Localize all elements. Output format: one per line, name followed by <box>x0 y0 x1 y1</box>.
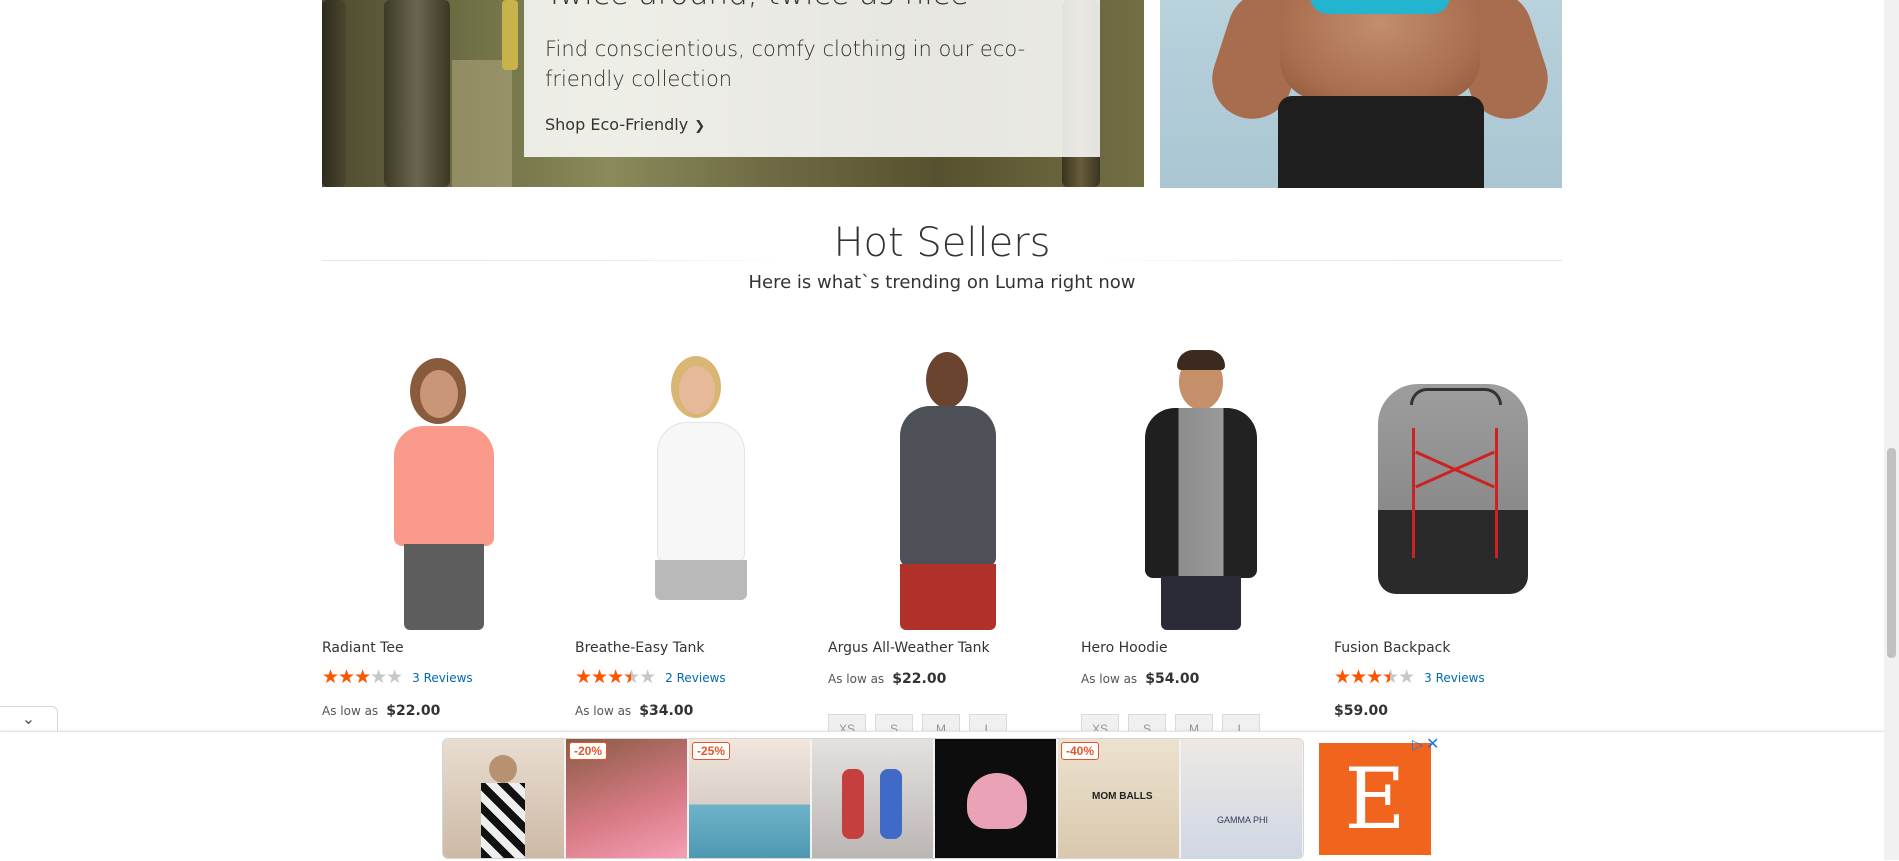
promo-title: Twice around, twice as nice <box>545 0 969 12</box>
ad-figure <box>842 769 864 839</box>
shop-eco-friendly-link[interactable]: Shop Eco-Friendly ❯ <box>545 115 705 134</box>
page-scrollbar[interactable] <box>1884 0 1899 860</box>
product-name-link[interactable]: Hero Hoodie <box>1081 640 1168 656</box>
backpack-cords <box>1412 428 1498 558</box>
reviews-link[interactable]: 3 Reviews <box>1424 671 1485 685</box>
tree-trunk <box>322 0 346 187</box>
price-box: As low as $34.00 <box>575 700 693 719</box>
rating-stars: ★★★★★★★★★★ <box>1334 667 1415 688</box>
promo-link-label: Shop Eco-Friendly <box>545 115 689 134</box>
product-rating: ★★★★★★★★★★ 3 Reviews <box>322 668 473 688</box>
rating-stars: ★★★★★★★★★★ <box>322 667 403 688</box>
price-box: $59.00 <box>1334 700 1388 719</box>
ad-tile[interactable] <box>443 739 564 858</box>
model-sports-bra <box>1310 0 1450 14</box>
model-face <box>926 352 968 408</box>
product-card: Radiant Tee ★★★★★★★★★★ 3 Reviews As low … <box>322 348 562 719</box>
model-torso <box>1280 0 1480 100</box>
hiker-figure <box>502 0 518 70</box>
chevron-right-icon: ❯ <box>694 119 706 134</box>
price: $22.00 <box>892 671 947 687</box>
eco-friendly-banner[interactable]: Twice around, twice as nice Find conscie… <box>322 0 1144 187</box>
product-image[interactable] <box>575 348 815 630</box>
adchoices-icon[interactable]: ▷ <box>1412 736 1423 753</box>
backpack-handle <box>1410 388 1502 405</box>
price-box: As low as $22.00 <box>322 700 440 719</box>
close-icon[interactable]: ✕ <box>1426 734 1439 754</box>
product-image[interactable] <box>1081 348 1321 630</box>
fitness-banner[interactable] <box>1160 0 1562 188</box>
model-shirt <box>394 426 494 546</box>
product-card: Argus All-Weather Tank As low as $22.00 … <box>828 348 1068 742</box>
product-name-link[interactable]: Radiant Tee <box>322 640 404 656</box>
model-shorts <box>655 560 747 600</box>
etsy-logo[interactable]: E <box>1319 743 1431 855</box>
price-box: As low as $22.00 <box>828 668 946 687</box>
model-leggings <box>1278 96 1484 188</box>
model-tank <box>657 422 745 562</box>
model-hair <box>1177 350 1225 370</box>
price-label: As low as <box>828 672 885 686</box>
price-label: As low as <box>1081 672 1138 686</box>
price: $54.00 <box>1145 671 1200 687</box>
model-pants <box>404 544 484 630</box>
ad-tile[interactable]: -40% MOM BALLS <box>1058 739 1179 858</box>
reviews-link[interactable]: 2 Reviews <box>665 671 726 685</box>
rating-stars: ★★★★★★★★★★ <box>575 667 656 688</box>
discount-badge: -25% <box>692 742 731 760</box>
ad-model-pants <box>481 783 525 858</box>
model-pants <box>1161 576 1241 630</box>
tree-trunk <box>384 0 450 187</box>
product-rating: ★★★★★★★★★★ 3 Reviews <box>1334 668 1485 688</box>
ad-product-strip[interactable]: -20% -25% -40% MOM BALLS GAMMA PHI <box>442 738 1304 859</box>
product-image[interactable] <box>828 348 1068 630</box>
section-title: Hot Sellers <box>833 220 1051 266</box>
forest-path <box>452 60 512 187</box>
price: $22.00 <box>386 703 441 719</box>
model-face <box>420 370 458 418</box>
chevron-down-icon: ⌄ <box>21 711 36 728</box>
section-subtitle: Here is what`s trending on Luma right no… <box>748 272 1136 293</box>
product-rating: ★★★★★★★★★★ 2 Reviews <box>575 668 726 688</box>
price-box: As low as $54.00 <box>1081 668 1199 687</box>
collapse-ad-button[interactable]: ⌄ <box>0 706 58 733</box>
product-name-link[interactable]: Argus All-Weather Tank <box>828 640 990 656</box>
scrollbar-thumb[interactable] <box>1887 448 1896 658</box>
ad-model-head <box>489 755 517 783</box>
product-card: Hero Hoodie As low as $54.00 XS S M L <box>1081 348 1321 742</box>
ad-tile[interactable] <box>935 739 1056 858</box>
product-image[interactable] <box>322 348 562 630</box>
ad-tile[interactable]: GAMMA PHI <box>1181 739 1302 858</box>
model-tank <box>900 406 996 566</box>
price-label: As low as <box>322 704 379 718</box>
model-shorts <box>900 564 996 630</box>
sweatshirt-print: MOM BALLS <box>1092 791 1153 802</box>
ad-tile[interactable] <box>812 739 933 858</box>
ad-tile[interactable]: -25% <box>689 739 810 858</box>
price-label: As low as <box>575 704 632 718</box>
product-name-link[interactable]: Breathe-Easy Tank <box>575 640 705 656</box>
product-card: Fusion Backpack ★★★★★★★★★★ 3 Reviews $59… <box>1334 348 1574 719</box>
price: $59.00 <box>1334 703 1389 719</box>
product-card: Breathe-Easy Tank ★★★★★★★★★★ 2 Reviews A… <box>575 348 815 719</box>
product-name-link[interactable]: Fusion Backpack <box>1334 640 1451 656</box>
model-hoodie <box>1145 408 1257 578</box>
reviews-link[interactable]: 3 Reviews <box>412 671 473 685</box>
model-face <box>679 366 715 414</box>
tank-print: GAMMA PHI <box>1217 815 1269 825</box>
ad-tile[interactable]: -20% <box>566 739 687 858</box>
ad-figure <box>880 769 902 839</box>
discount-badge: -40% <box>1061 742 1100 760</box>
promo-content-box: Twice around, twice as nice Find conscie… <box>524 0 1100 157</box>
product-image[interactable] <box>1334 348 1574 630</box>
promo-description: Find conscientious, comfy clothing in ou… <box>545 37 1026 91</box>
ad-pink-object <box>967 773 1027 829</box>
price: $34.00 <box>639 703 694 719</box>
discount-badge: -20% <box>569 742 608 760</box>
